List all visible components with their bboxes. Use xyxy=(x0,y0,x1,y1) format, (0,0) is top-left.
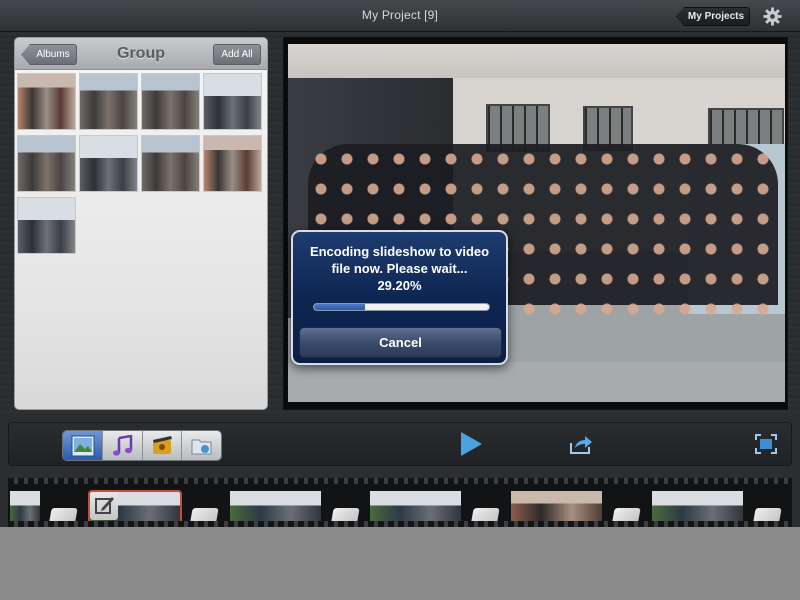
slide-frame[interactable] xyxy=(511,491,602,527)
slide-frame[interactable] xyxy=(652,491,743,527)
transition-icon[interactable] xyxy=(189,508,219,527)
photo-thumbnail[interactable] xyxy=(17,135,76,192)
slide-frame[interactable] xyxy=(10,491,40,527)
edit-icon[interactable] xyxy=(90,492,118,520)
photo-thumbnail[interactable] xyxy=(203,135,262,192)
encoding-message-line2: file now. Please wait... xyxy=(331,261,468,276)
gear-icon[interactable] xyxy=(763,7,782,26)
photo-thumbnail[interactable] xyxy=(203,73,262,130)
my-projects-button[interactable]: My Projects xyxy=(676,7,750,26)
encoding-message: Encoding slideshow to video file now. Pl… xyxy=(293,243,506,294)
bottom-toolbar xyxy=(8,422,792,466)
share-icon[interactable] xyxy=(569,434,593,454)
top-bar: My Project [9] My Projects xyxy=(0,0,800,32)
photo-library-panel: Albums Group Add All xyxy=(14,37,268,410)
cancel-button[interactable]: Cancel xyxy=(299,327,502,358)
encoding-message-line1: Encoding slideshow to video xyxy=(309,244,490,259)
transition-icon[interactable] xyxy=(752,508,782,527)
photo-thumbnail[interactable] xyxy=(17,197,76,254)
library-header: Albums Group Add All xyxy=(15,38,267,70)
transition-icon[interactable] xyxy=(611,508,641,527)
photos-icon xyxy=(71,435,95,457)
slide-frame[interactable] xyxy=(230,491,321,527)
music-icon xyxy=(112,435,132,456)
fullscreen-icon[interactable] xyxy=(755,434,777,454)
encoding-progress-bar xyxy=(313,303,490,311)
slideshow-filmstrip xyxy=(8,478,792,527)
encoding-progress-fill xyxy=(314,304,366,310)
tab-photos[interactable] xyxy=(63,431,103,460)
app-window: My Project [9] My Projects Albums Group … xyxy=(0,0,800,527)
play-icon[interactable] xyxy=(459,431,483,457)
add-all-button[interactable]: Add All xyxy=(213,44,261,65)
photo-thumbnail[interactable] xyxy=(79,135,138,192)
photo-thumbnail[interactable] xyxy=(141,135,200,192)
slide-frame[interactable] xyxy=(370,491,461,527)
media-tab-bar xyxy=(62,430,222,461)
effects-icon xyxy=(152,436,172,454)
transition-icon[interactable] xyxy=(48,508,78,527)
tab-effects[interactable] xyxy=(142,431,183,460)
export-folder-icon xyxy=(191,439,212,455)
transition-icon[interactable] xyxy=(470,508,500,527)
photo-thumbnail[interactable] xyxy=(141,73,200,130)
transition-icon[interactable] xyxy=(330,508,360,527)
photo-thumbnail[interactable] xyxy=(79,73,138,130)
encoding-percent: 29.20% xyxy=(377,278,422,293)
tab-export[interactable] xyxy=(182,431,221,460)
encoding-dialog: Encoding slideshow to video file now. Pl… xyxy=(291,230,508,365)
photo-thumbnail[interactable] xyxy=(17,73,76,130)
tab-music[interactable] xyxy=(102,431,143,460)
